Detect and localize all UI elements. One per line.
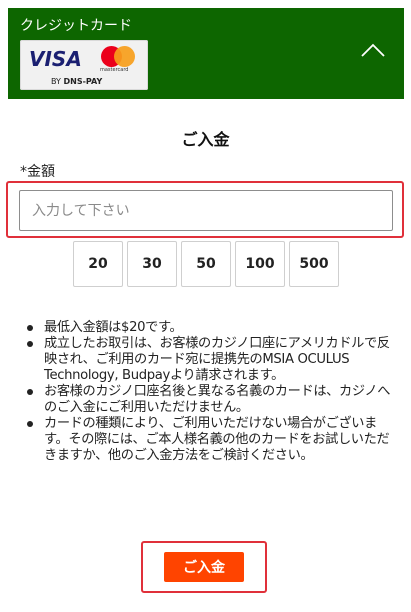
visa-logo: VISA bbox=[29, 47, 82, 71]
payment-method-title: クレジットカード bbox=[20, 18, 132, 34]
quick-amount-50-button[interactable]: 50 bbox=[181, 241, 231, 287]
card-brand-logos: VISA mastercard BY DNS-PAY bbox=[20, 40, 148, 90]
chevron-up-icon[interactable] bbox=[360, 42, 386, 58]
deposit-submit-button[interactable]: ご入金 bbox=[164, 552, 244, 582]
amount-label: *金額 bbox=[20, 164, 55, 180]
amount-input[interactable] bbox=[19, 190, 393, 231]
mastercard-wordmark: mastercard bbox=[100, 67, 129, 73]
note-card-type: カードの種類により、ご利用いただけない場合がございます。その際には、ご本人様名義… bbox=[24, 416, 394, 464]
quick-amount-100-button[interactable]: 100 bbox=[235, 241, 285, 287]
deposit-notes: 最低入金額は$20です。 成立したお取引は、お客様のカジノ口座にアメリカドルで反… bbox=[24, 320, 394, 464]
credit-card-header[interactable]: クレジットカード VISA mastercard BY DNS-PAY bbox=[8, 8, 404, 99]
provider-logo: BY DNS-PAY bbox=[51, 77, 103, 86]
quick-amount-500-button[interactable]: 500 bbox=[289, 241, 339, 287]
deposit-title: ご入金 bbox=[181, 130, 230, 149]
quick-amount-30-button[interactable]: 30 bbox=[127, 241, 177, 287]
note-billing: 成立したお取引は、お客様のカジノ口座にアメリカドルで反映され、ご利用のカード宛に… bbox=[24, 336, 394, 384]
quick-amount-20-button[interactable]: 20 bbox=[73, 241, 123, 287]
note-minimum-deposit: 最低入金額は$20です。 bbox=[24, 320, 394, 336]
quick-amount-buttons: 20 30 50 100 500 bbox=[73, 241, 339, 287]
note-cardholder-name: お客様のカジノ口座名後と異なる名義のカードは、カジノへのご入金にご利用いただけま… bbox=[24, 384, 394, 416]
